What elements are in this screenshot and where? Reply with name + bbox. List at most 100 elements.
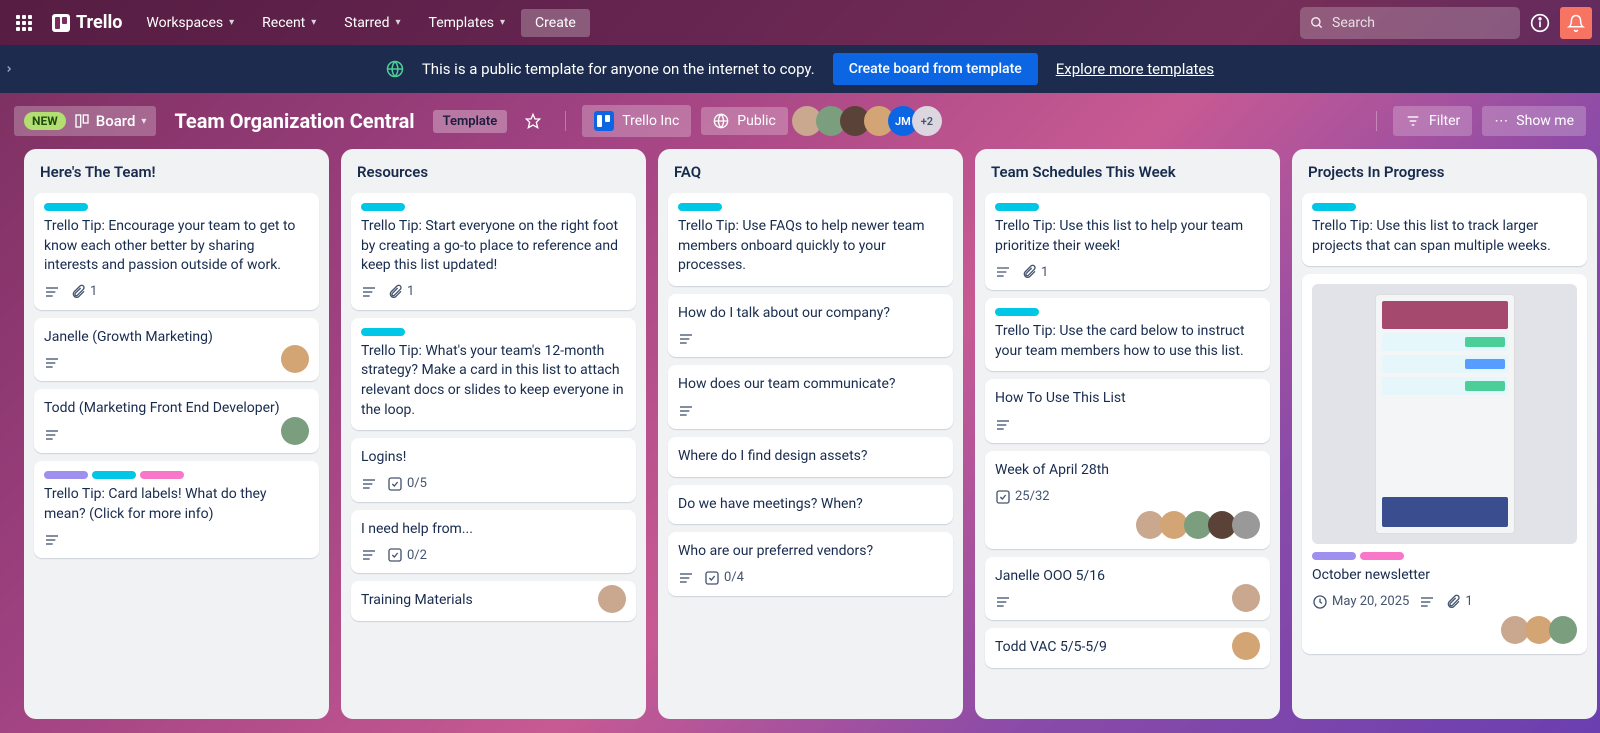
card-label[interactable]	[1312, 203, 1356, 211]
board-title[interactable]: Team Organization Central	[166, 109, 422, 133]
trello-logo[interactable]: Trello	[44, 12, 130, 33]
chevron-down-icon: ▾	[395, 17, 400, 28]
list-title[interactable]: Projects In Progress	[1302, 159, 1587, 185]
card-badges: 0/4	[678, 570, 943, 586]
list-title[interactable]: Team Schedules This Week	[985, 159, 1270, 185]
description-icon	[361, 476, 377, 492]
create-board-from-template-button[interactable]: Create board from template	[833, 53, 1038, 85]
info-icon[interactable]	[1524, 7, 1556, 39]
card[interactable]: Janelle (Growth Marketing)	[34, 318, 319, 382]
member-avatar[interactable]	[1232, 584, 1260, 612]
card-label[interactable]	[361, 203, 405, 211]
card-badges: 1	[361, 284, 626, 300]
visibility-pill[interactable]: Public	[701, 107, 788, 135]
filter-button[interactable]: Filter	[1393, 106, 1472, 136]
description-icon	[44, 355, 60, 371]
card-title: How To Use This List	[995, 389, 1260, 409]
checklist-badge: 25/32	[995, 489, 1050, 505]
card-title: Do we have meetings? When?	[678, 495, 943, 515]
card-label[interactable]	[995, 203, 1039, 211]
card[interactable]: Trello Tip: What's your team's 12-month …	[351, 318, 636, 430]
list-title[interactable]: Resources	[351, 159, 636, 185]
card[interactable]: Trello Tip: Encourage your team to get t…	[34, 193, 319, 310]
card-badges: 1	[995, 264, 1260, 280]
member-avatar[interactable]	[1232, 632, 1260, 660]
card-label[interactable]	[140, 471, 184, 479]
list-title[interactable]: Here's The Team!	[34, 159, 319, 185]
card[interactable]: Trello Tip: Card labels! What do they me…	[34, 461, 319, 558]
card[interactable]: Who are our preferred vendors? 0/4	[668, 532, 953, 596]
card[interactable]: Janelle OOO 5/16	[985, 557, 1270, 621]
list-title[interactable]: FAQ	[668, 159, 953, 185]
card-title: October newsletter	[1312, 566, 1577, 586]
card[interactable]: Week of April 28th25/32	[985, 451, 1270, 549]
card-badges	[678, 403, 943, 419]
card-title: Trello Tip: Start everyone on the right …	[361, 217, 626, 276]
trello-icon	[52, 14, 70, 32]
description-icon	[44, 284, 60, 300]
nav-templates[interactable]: Templates▾	[417, 9, 518, 37]
card[interactable]: How do I talk about our company?	[668, 294, 953, 358]
card[interactable]: How To Use This List	[985, 379, 1270, 443]
description-icon	[361, 284, 377, 300]
card-label[interactable]	[361, 328, 405, 336]
nav-recent[interactable]: Recent▾	[250, 9, 328, 37]
card-label[interactable]	[44, 471, 88, 479]
card[interactable]: Trello Tip: Use the card below to instru…	[985, 298, 1270, 371]
card[interactable]: Todd VAC 5/5-5/9	[985, 628, 1270, 668]
checklist-badge: 0/5	[387, 476, 427, 492]
nav-starred[interactable]: Starred▾	[332, 9, 412, 37]
more-icon: ⋯	[1494, 113, 1508, 129]
nav-workspaces[interactable]: Workspaces▾	[134, 9, 246, 37]
card[interactable]: October newsletterMay 20, 20251	[1302, 274, 1587, 654]
attachment-badge: 1	[1021, 264, 1048, 280]
attachment-badge: 1	[1445, 594, 1472, 610]
card-label[interactable]	[678, 203, 722, 211]
card[interactable]: Trello Tip: Use this list to track large…	[1302, 193, 1587, 266]
card-label[interactable]	[92, 471, 136, 479]
workspace-pill[interactable]: Trello Inc	[582, 105, 691, 137]
avatar-overflow[interactable]: +2	[912, 106, 942, 136]
member-avatar[interactable]	[1232, 511, 1260, 539]
card-label[interactable]	[995, 308, 1039, 316]
card[interactable]: How does our team communicate?	[668, 365, 953, 429]
card[interactable]: Trello Tip: Use this list to help your t…	[985, 193, 1270, 290]
card[interactable]: I need help from...0/2	[351, 510, 636, 574]
explore-templates-link[interactable]: Explore more templates	[1056, 60, 1214, 78]
chevron-down-icon: ▾	[141, 116, 146, 127]
search-box[interactable]	[1300, 7, 1520, 39]
card-title: Training Materials	[361, 591, 626, 611]
description-icon	[678, 403, 694, 419]
sidebar-expand-icon[interactable]	[0, 51, 18, 87]
description-icon	[1419, 594, 1435, 610]
card[interactable]: Todd (Marketing Front End Developer)	[34, 389, 319, 453]
card[interactable]: Logins!0/5	[351, 438, 636, 502]
card[interactable]: Trello Tip: Start everyone on the right …	[351, 193, 636, 310]
card[interactable]: Do we have meetings? When?	[668, 485, 953, 525]
card-label[interactable]	[1360, 552, 1404, 560]
card-label[interactable]	[44, 203, 88, 211]
card-badges: 0/2	[361, 547, 626, 563]
card-title: Who are our preferred vendors?	[678, 542, 943, 562]
apps-switcher-icon[interactable]	[8, 7, 40, 39]
star-icon[interactable]	[517, 105, 549, 137]
search-input[interactable]	[1332, 15, 1510, 31]
member-avatar[interactable]	[598, 585, 626, 613]
member-avatar[interactable]	[281, 417, 309, 445]
show-menu-button[interactable]: ⋯ Show me	[1482, 106, 1586, 136]
member-avatar[interactable]	[1549, 616, 1577, 644]
globe-icon	[713, 113, 729, 129]
card-badges: 0/5	[361, 476, 626, 492]
card[interactable]: Training Materials	[351, 581, 636, 621]
board-canvas[interactable]: Here's The Team! Trello Tip: Encourage yo…	[0, 149, 1600, 733]
board-view-switcher[interactable]: NEW Board ▾	[14, 106, 156, 136]
description-icon	[995, 264, 1011, 280]
card[interactable]: Where do I find design assets?	[668, 437, 953, 477]
card-label[interactable]	[1312, 552, 1356, 560]
notifications-icon[interactable]	[1560, 7, 1592, 39]
create-button[interactable]: Create	[521, 9, 590, 37]
card-badges	[44, 427, 309, 443]
card[interactable]: Trello Tip: Use FAQs to help newer team …	[668, 193, 953, 286]
template-badge[interactable]: Template	[433, 110, 508, 133]
board-members[interactable]: JM +2	[798, 106, 942, 136]
